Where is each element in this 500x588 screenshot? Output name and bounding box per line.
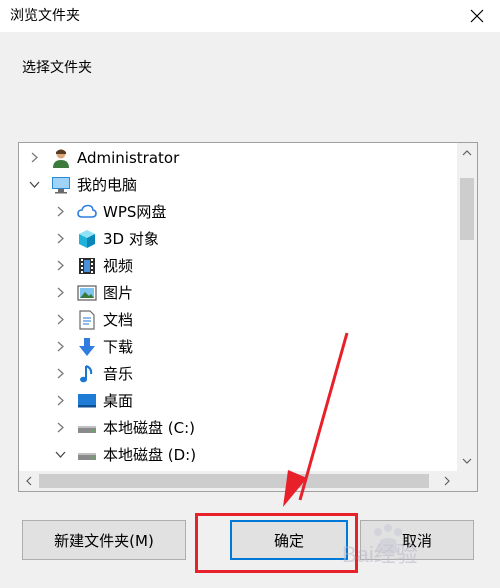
chevron-right-icon xyxy=(57,422,64,433)
tree-item[interactable]: 图片 xyxy=(19,279,477,306)
chevron-right-icon xyxy=(57,287,64,298)
chevron-right-icon xyxy=(31,152,38,163)
picture-icon xyxy=(77,283,97,303)
expand-toggle[interactable] xyxy=(53,448,67,462)
tree-item[interactable]: 我的电脑 xyxy=(19,171,463,198)
tree-item-label: 视频 xyxy=(103,257,134,275)
scrollbar-corner xyxy=(457,471,477,491)
expand-toggle[interactable] xyxy=(53,421,67,435)
expand-toggle[interactable] xyxy=(53,232,67,246)
chevron-right-icon xyxy=(57,233,64,244)
tree-item[interactable]: Administrator xyxy=(19,144,463,171)
drive-icon xyxy=(77,445,97,465)
close-button[interactable] xyxy=(454,0,500,32)
vertical-scrollbar[interactable] xyxy=(457,143,477,471)
tree-item[interactable]: 桌面 xyxy=(19,387,477,414)
document-icon xyxy=(77,309,97,330)
desktop-icon xyxy=(77,391,97,411)
tree-item[interactable]: 本地磁盘 (C:) xyxy=(19,414,477,441)
scroll-down-button[interactable] xyxy=(457,451,477,471)
user-icon xyxy=(51,148,71,168)
cancel-button[interactable]: 取消 xyxy=(360,520,474,560)
scroll-up-button[interactable] xyxy=(457,143,477,163)
drive-icon xyxy=(77,418,97,438)
folder-tree[interactable]: Administrator 我的电脑 WPS网盘 3D 对象视频图片文档下载音乐桌面本… xyxy=(18,142,478,492)
window-title: 浏览文件夹 xyxy=(10,8,80,24)
tree-item-label: Administrator xyxy=(77,148,180,167)
horizontal-scroll-thumb[interactable] xyxy=(39,474,429,488)
chevron-right-icon xyxy=(57,314,64,325)
tree-item-label: 文档 xyxy=(103,311,134,329)
new-folder-button[interactable]: 新建文件夹(M) xyxy=(22,520,186,560)
instruction-text: 选择文件夹 xyxy=(22,60,92,76)
expand-toggle[interactable] xyxy=(53,394,67,408)
tree-item[interactable]: 本地磁盘 (D:) xyxy=(19,441,477,468)
chevron-right-icon xyxy=(57,260,64,271)
tree-item[interactable]: 下载 xyxy=(19,333,477,360)
tree-item-label: 图片 xyxy=(103,284,134,302)
tree-item[interactable]: 视频 xyxy=(19,252,477,279)
tree-item-label: WPS网盘 xyxy=(103,203,167,221)
tree-item-label: 本地磁盘 (D:) xyxy=(103,446,197,464)
music-icon xyxy=(77,364,97,384)
video-icon xyxy=(77,256,97,276)
tree-item[interactable]: WPS网盘 xyxy=(19,198,477,225)
chevron-down-icon xyxy=(462,458,472,464)
cube-icon xyxy=(77,229,97,249)
scroll-right-button[interactable] xyxy=(437,471,457,491)
expand-toggle[interactable] xyxy=(27,178,41,192)
expand-toggle[interactable] xyxy=(53,340,67,354)
tree-item[interactable]: 音乐 xyxy=(19,360,477,387)
title-bar: 浏览文件夹 xyxy=(0,0,500,32)
chevron-right-icon xyxy=(57,206,64,217)
chevron-right-icon xyxy=(57,395,64,406)
tree-item-label: 3D 对象 xyxy=(103,230,159,248)
tree-item-label: 我的电脑 xyxy=(77,176,138,194)
chevron-down-icon xyxy=(29,181,39,188)
chevron-right-icon xyxy=(444,476,450,486)
expand-toggle[interactable] xyxy=(27,151,41,165)
tree-item-label: 桌面 xyxy=(103,392,134,410)
ok-button[interactable]: 确定 xyxy=(230,520,348,560)
expand-toggle[interactable] xyxy=(53,259,67,273)
chevron-right-icon xyxy=(57,341,64,352)
scroll-left-button[interactable] xyxy=(19,471,39,491)
horizontal-scrollbar[interactable] xyxy=(19,471,457,491)
download-icon xyxy=(77,337,97,357)
chevron-right-icon xyxy=(57,368,64,379)
expand-toggle[interactable] xyxy=(53,313,67,327)
vertical-scroll-thumb[interactable] xyxy=(460,178,474,240)
chevron-left-icon xyxy=(26,476,32,486)
expand-toggle[interactable] xyxy=(53,367,67,381)
computer-icon xyxy=(51,175,71,195)
tree-item-label: 音乐 xyxy=(103,365,134,383)
expand-toggle[interactable] xyxy=(53,286,67,300)
close-icon xyxy=(470,9,484,23)
tree-item-label: 本地磁盘 (C:) xyxy=(103,419,195,437)
cloud-icon xyxy=(77,202,97,222)
tree-item[interactable]: 文档 xyxy=(19,306,477,333)
chevron-up-icon xyxy=(462,150,472,156)
tree-item-label: 下载 xyxy=(103,338,134,356)
chevron-down-icon xyxy=(55,451,65,458)
tree-item[interactable]: 3D 对象 xyxy=(19,225,477,252)
expand-toggle[interactable] xyxy=(53,205,67,219)
